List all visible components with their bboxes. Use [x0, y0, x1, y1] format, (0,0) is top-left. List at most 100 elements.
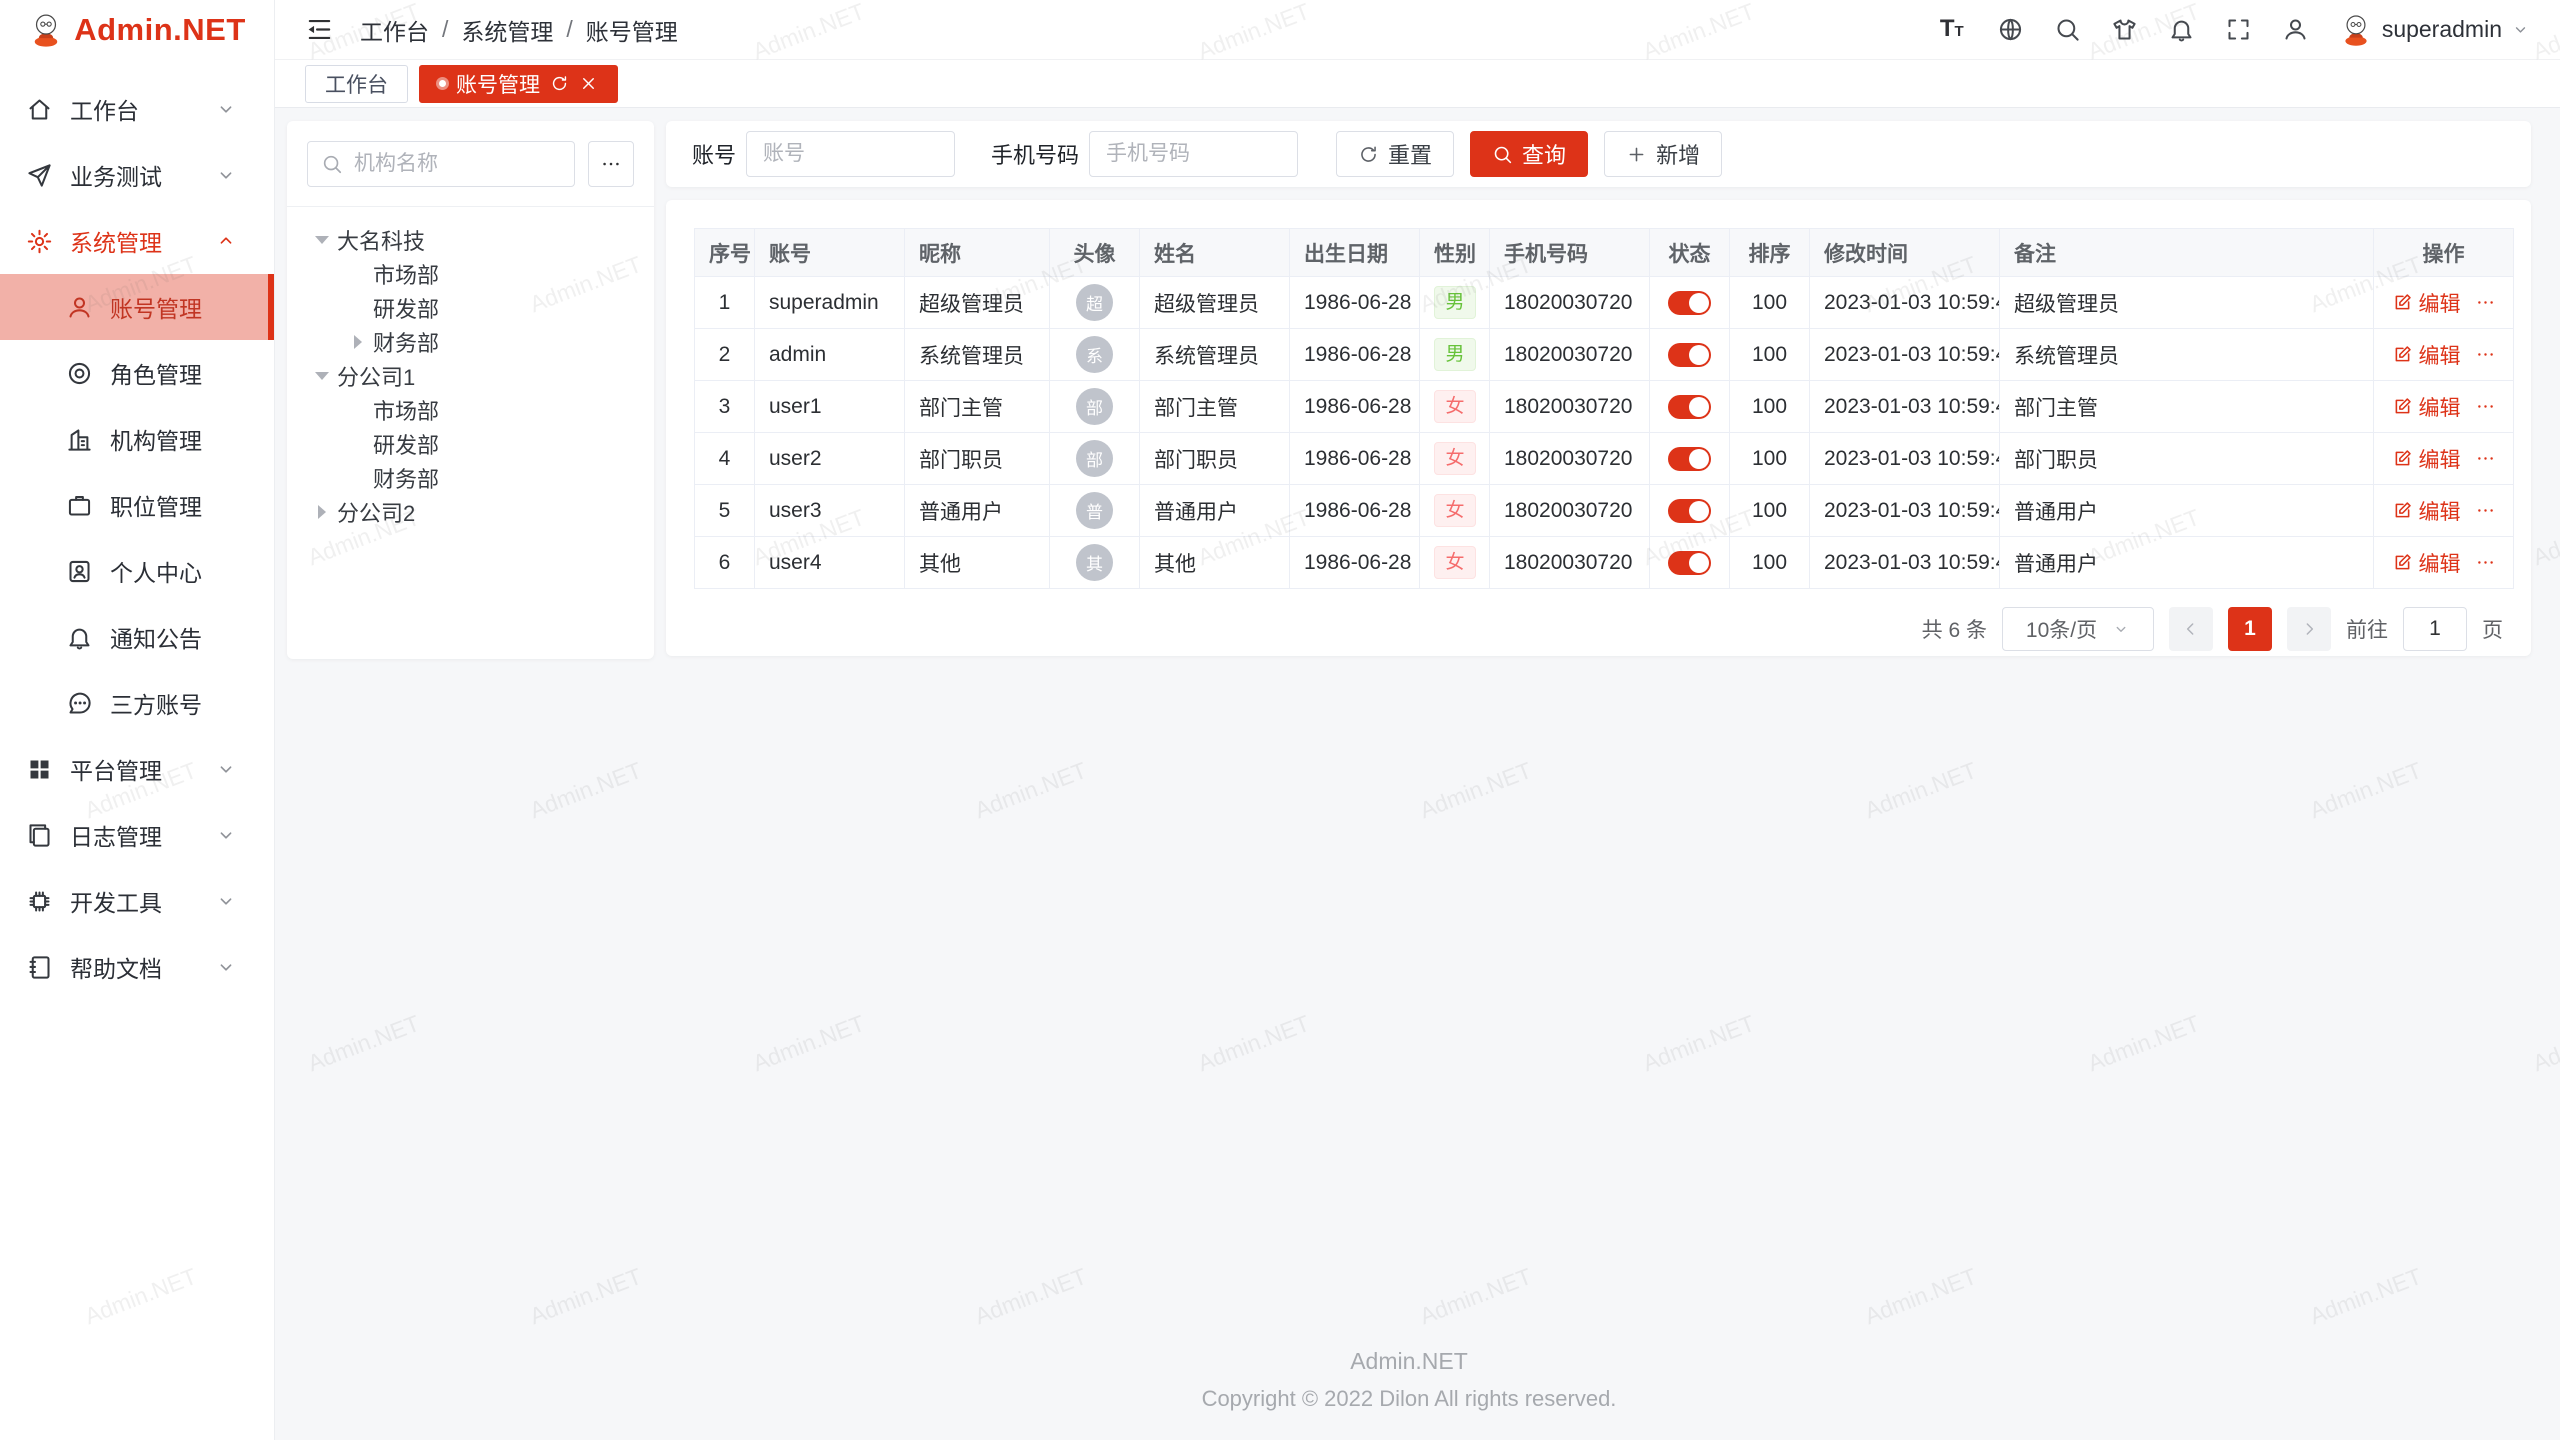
status-toggle[interactable]	[1668, 551, 1711, 575]
reset-button[interactable]: 重置	[1336, 131, 1454, 177]
tree-node[interactable]: 市场部	[307, 257, 634, 291]
edit-icon[interactable]	[2392, 396, 2413, 417]
more-actions-button[interactable]	[2475, 292, 2496, 313]
tree-node[interactable]: 研发部	[307, 291, 634, 325]
table-row: 1superadmin超级管理员超超级管理员1986-06-28男1802003…	[695, 277, 2514, 329]
breadcrumb-item[interactable]: 工作台	[360, 13, 429, 47]
tree-node-label: 大名科技	[337, 224, 425, 256]
tree-node[interactable]: 分公司1	[307, 359, 634, 393]
cell-remark: 超级管理员	[2000, 277, 2374, 329]
sidebar-item-tools[interactable]: 开发工具	[0, 868, 274, 934]
status-toggle[interactable]	[1668, 343, 1711, 367]
goto-page-input[interactable]: 1	[2403, 607, 2467, 651]
sidebar-item-logs[interactable]: 日志管理	[0, 802, 274, 868]
cell-name: 其他	[1140, 537, 1290, 589]
edit-button[interactable]: 编辑	[2419, 496, 2461, 526]
cell-remark: 部门主管	[2000, 381, 2374, 433]
theme-icon[interactable]	[2111, 16, 2138, 43]
tree-node-label: 研发部	[373, 292, 439, 324]
page-size-select[interactable]: 10条/页	[2002, 607, 2154, 651]
status-toggle[interactable]	[1668, 447, 1711, 471]
cell-birth-date: 1986-06-28	[1290, 485, 1420, 537]
gender-badge: 男	[1434, 286, 1476, 320]
menu-fold-icon[interactable]	[305, 15, 334, 44]
tab-0[interactable]: 工作台	[305, 65, 408, 103]
search-icon[interactable]	[2054, 16, 2081, 43]
query-button[interactable]: 查询	[1470, 131, 1588, 177]
tree-more-button[interactable]	[588, 141, 634, 187]
next-page-button[interactable]	[2287, 607, 2331, 651]
tree-node[interactable]: 市场部	[307, 393, 634, 427]
caret-right-icon[interactable]	[307, 505, 337, 519]
status-toggle[interactable]	[1668, 499, 1711, 523]
status-toggle[interactable]	[1668, 291, 1711, 315]
prev-page-button[interactable]	[2169, 607, 2213, 651]
column-header: 性别	[1420, 229, 1490, 277]
edit-button[interactable]: 编辑	[2419, 548, 2461, 578]
person-icon[interactable]	[2282, 16, 2309, 43]
sidebar-item-chat[interactable]: 三方账号	[0, 670, 274, 736]
font-size-icon[interactable]: TT	[1940, 16, 1967, 43]
account-input[interactable]	[761, 141, 940, 167]
cell-order: 100	[1730, 537, 1810, 589]
sidebar-item-home[interactable]: 工作台	[0, 76, 274, 142]
logo[interactable]: Admin.NET	[0, 0, 274, 60]
gender-badge: 女	[1434, 390, 1476, 424]
language-icon[interactable]	[1997, 16, 2024, 43]
tree-node[interactable]: 财务部	[307, 461, 634, 495]
cell-order: 100	[1730, 381, 1810, 433]
status-toggle[interactable]	[1668, 395, 1711, 419]
add-button[interactable]: 新增	[1604, 131, 1722, 177]
tree-node[interactable]: 分公司2	[307, 495, 634, 529]
cell-birth-date: 1986-06-28	[1290, 537, 1420, 589]
breadcrumb-item[interactable]: 系统管理	[461, 13, 553, 47]
sidebar-item-roles[interactable]: 角色管理	[0, 340, 274, 406]
table-row: 6user4其他其其他1986-06-28女180200307201002023…	[695, 537, 2514, 589]
caret-down-icon[interactable]	[307, 372, 337, 380]
sidebar-item-send[interactable]: 业务测试	[0, 142, 274, 208]
sidebar-item-bell[interactable]: 通知公告	[0, 604, 274, 670]
edit-button[interactable]: 编辑	[2419, 340, 2461, 370]
cell-order: 100	[1730, 329, 1810, 381]
sidebar-item-org[interactable]: 机构管理	[0, 406, 274, 472]
edit-icon[interactable]	[2392, 292, 2413, 313]
tree-node[interactable]: 大名科技	[307, 223, 634, 257]
more-actions-button[interactable]	[2475, 552, 2496, 573]
more-actions-button[interactable]	[2475, 344, 2496, 365]
edit-button[interactable]: 编辑	[2419, 288, 2461, 318]
tree-node[interactable]: 财务部	[307, 325, 634, 359]
more-actions-button[interactable]	[2475, 448, 2496, 469]
edit-icon[interactable]	[2392, 448, 2413, 469]
caret-down-icon[interactable]	[307, 236, 337, 244]
sidebar-item-position[interactable]: 职位管理	[0, 472, 274, 538]
cell-index: 6	[695, 537, 755, 589]
tab-1[interactable]: 账号管理	[419, 65, 618, 103]
caret-right-icon[interactable]	[343, 335, 373, 349]
edit-icon[interactable]	[2392, 552, 2413, 573]
notification-icon[interactable]	[2168, 16, 2195, 43]
cell-index: 3	[695, 381, 755, 433]
sidebar-item-grid[interactable]: 平台管理	[0, 736, 274, 802]
cell-name: 超级管理员	[1140, 277, 1290, 329]
more-actions-button[interactable]	[2475, 396, 2496, 417]
sidebar-item-gear[interactable]: 系统管理	[0, 208, 274, 274]
current-page[interactable]: 1	[2228, 607, 2272, 651]
tab-refresh-icon[interactable]	[550, 74, 569, 93]
org-search-input[interactable]	[352, 151, 561, 177]
edit-button[interactable]: 编辑	[2419, 444, 2461, 474]
edit-icon[interactable]	[2392, 500, 2413, 521]
sidebar-item-docs[interactable]: 帮助文档	[0, 934, 274, 1000]
tab-close-icon[interactable]	[579, 74, 598, 93]
fullscreen-icon[interactable]	[2225, 16, 2252, 43]
cell-account: superadmin	[755, 277, 905, 329]
sidebar-item-user[interactable]: 账号管理	[0, 274, 274, 340]
user-menu[interactable]: superadmin	[2339, 13, 2530, 47]
edit-icon[interactable]	[2392, 344, 2413, 365]
edit-button[interactable]: 编辑	[2419, 392, 2461, 422]
tree-node[interactable]: 研发部	[307, 427, 634, 461]
cell-nickname: 普通用户	[905, 485, 1050, 537]
phone-input[interactable]	[1104, 141, 1283, 167]
more-actions-button[interactable]	[2475, 500, 2496, 521]
sidebar-item-profile[interactable]: 个人中心	[0, 538, 274, 604]
profile-icon	[66, 558, 93, 585]
